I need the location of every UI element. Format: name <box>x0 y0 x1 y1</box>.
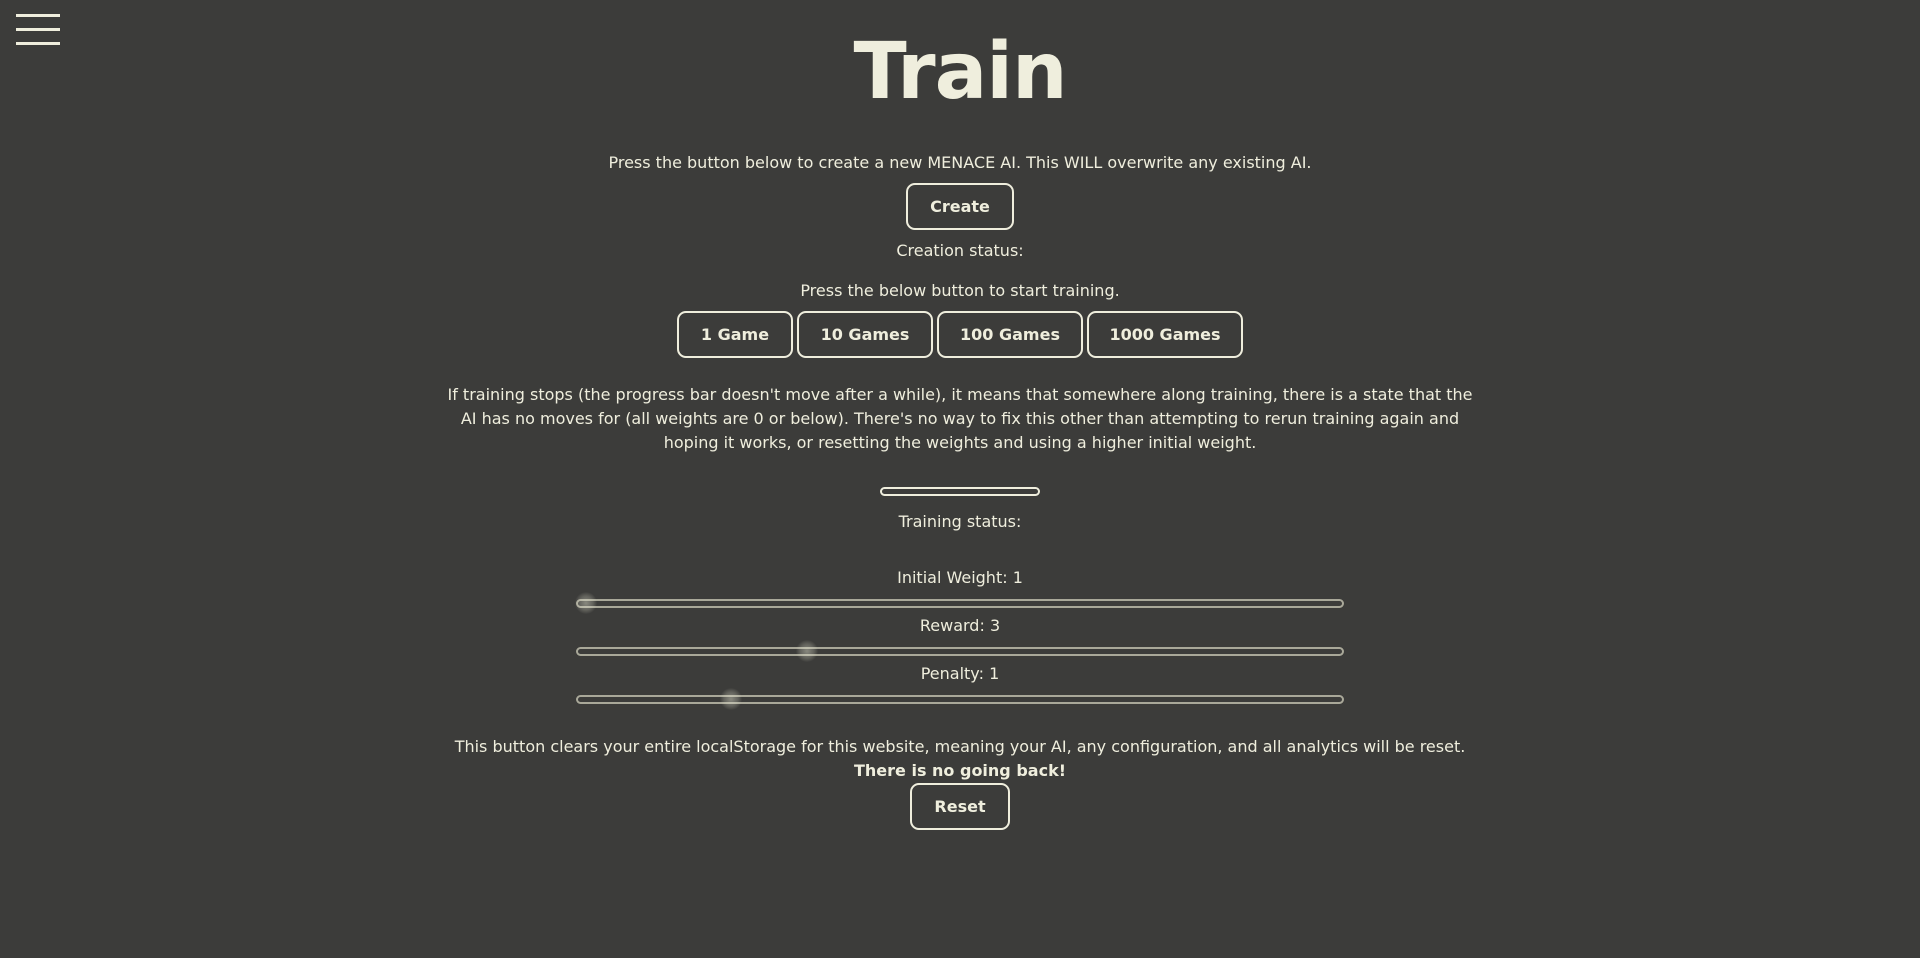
train-100-games-button[interactable]: 100 Games <box>937 311 1083 358</box>
reward-label: Reward: 3 <box>919 616 1001 635</box>
train-10-games-button[interactable]: 10 Games <box>797 311 933 358</box>
create-description: Press the button below to create a new M… <box>608 153 1312 172</box>
initial-weight-slider-thumb[interactable] <box>574 592 597 614</box>
train-1-game-button[interactable]: 1 Game <box>677 311 793 358</box>
reset-warning: This button clears your entire localStor… <box>445 735 1475 783</box>
reset-warning-text: This button clears your entire localStor… <box>454 737 1466 756</box>
reset-warning-emphasis: There is no going back! <box>853 761 1066 780</box>
train-1000-games-button[interactable]: 1000 Games <box>1087 311 1243 358</box>
penalty-slider[interactable] <box>576 688 1344 710</box>
training-description: Press the below button to start training… <box>800 281 1120 300</box>
training-progress-bar <box>880 487 1040 496</box>
initial-weight-label: Initial Weight: 1 <box>897 568 1023 587</box>
reset-button[interactable]: Reset <box>910 783 1010 830</box>
create-button[interactable]: Create <box>906 183 1014 230</box>
penalty-label: Penalty: 1 <box>920 664 1000 683</box>
creation-status: Creation status: <box>896 241 1024 260</box>
initial-weight-slider[interactable] <box>574 592 1344 614</box>
page-title: Train <box>853 27 1067 117</box>
reward-slider-thumb[interactable] <box>796 640 819 662</box>
penalty-slider-thumb[interactable] <box>719 688 742 710</box>
training-note: If training stops (the progress bar does… <box>447 385 1473 452</box>
training-status: Training status: <box>898 512 1022 531</box>
reward-slider[interactable] <box>576 640 1344 662</box>
